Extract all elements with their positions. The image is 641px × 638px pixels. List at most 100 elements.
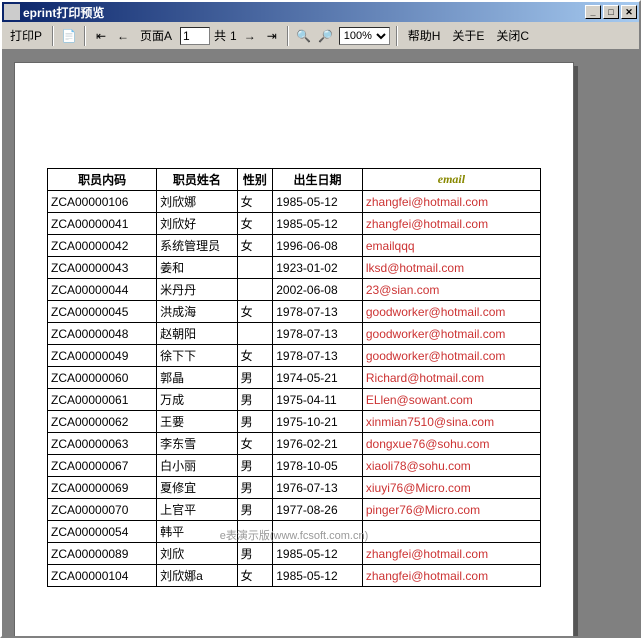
cell-email: Richard@hotmail.com bbox=[362, 367, 540, 389]
table-row: ZCA00000070上官平男1977-08-26pinger76@Micro.… bbox=[48, 499, 541, 521]
cell-id: ZCA00000048 bbox=[48, 323, 157, 345]
first-page-icon[interactable]: ⇤ bbox=[92, 27, 110, 45]
cell-id: ZCA00000070 bbox=[48, 499, 157, 521]
print-preview-window: eprint打印预览 _ □ ✕ 打印P 📄 ⇤ ← 页面A 共 1 → ⇥ 🔍… bbox=[0, 0, 641, 638]
header-id: 职员内码 bbox=[48, 169, 157, 191]
header-name: 职员姓名 bbox=[157, 169, 237, 191]
toolbar: 打印P 📄 ⇤ ← 页面A 共 1 → ⇥ 🔍 🔎 100% 帮助H 关于E 关… bbox=[2, 22, 639, 50]
cell-name: 米丹丹 bbox=[157, 279, 237, 301]
cell-name: 刘欣娜a bbox=[157, 565, 237, 587]
table-row: ZCA00000062王要男1975-10-21xinmian7510@sina… bbox=[48, 411, 541, 433]
next-page-icon[interactable]: → bbox=[241, 27, 259, 45]
cell-id: ZCA00000044 bbox=[48, 279, 157, 301]
cell-id: ZCA00000061 bbox=[48, 389, 157, 411]
cell-gender: 男 bbox=[237, 499, 273, 521]
cell-email: goodworker@hotmail.com bbox=[362, 323, 540, 345]
close-menu-button[interactable]: 关闭C bbox=[492, 25, 533, 46]
last-page-icon[interactable]: ⇥ bbox=[263, 27, 281, 45]
table-row: ZCA00000067白小丽男1978-10-05xiaoli78@sohu.c… bbox=[48, 455, 541, 477]
cell-email: ELlen@sowant.com bbox=[362, 389, 540, 411]
cell-gender bbox=[237, 279, 273, 301]
cell-name: 万成 bbox=[157, 389, 237, 411]
page-label: 页面A bbox=[136, 25, 176, 46]
separator bbox=[52, 26, 54, 46]
data-table: 职员内码 职员姓名 性别 出生日期 email ZCA00000106刘欣娜女1… bbox=[47, 168, 541, 587]
cell-email: lksd@hotmail.com bbox=[362, 257, 540, 279]
cell-gender: 女 bbox=[237, 213, 273, 235]
header-email: email bbox=[362, 169, 540, 191]
cell-id: ZCA00000054 bbox=[48, 521, 157, 543]
cell-id: ZCA00000041 bbox=[48, 213, 157, 235]
cell-email: xinmian7510@sina.com bbox=[362, 411, 540, 433]
cell-name: 郭晶 bbox=[157, 367, 237, 389]
export-icon[interactable]: 📄 bbox=[60, 27, 78, 45]
cell-name: 上官平 bbox=[157, 499, 237, 521]
prev-page-icon[interactable]: ← bbox=[114, 27, 132, 45]
cell-id: ZCA00000104 bbox=[48, 565, 157, 587]
table-row: ZCA00000044米丹丹2002-06-0823@sian.com bbox=[48, 279, 541, 301]
cell-birth: 1976-07-13 bbox=[273, 477, 363, 499]
table-row: ZCA00000041刘欣好女1985-05-12zhangfei@hotmai… bbox=[48, 213, 541, 235]
cell-id: ZCA00000069 bbox=[48, 477, 157, 499]
table-header-row: 职员内码 职员姓名 性别 出生日期 email bbox=[48, 169, 541, 191]
window-title: eprint打印预览 bbox=[23, 4, 585, 21]
table-row: ZCA00000049徐下下女1978-07-13goodworker@hotm… bbox=[48, 345, 541, 367]
cell-birth: 1978-07-13 bbox=[273, 301, 363, 323]
page-input[interactable] bbox=[180, 27, 210, 45]
cell-gender: 女 bbox=[237, 565, 273, 587]
cell-gender: 男 bbox=[237, 411, 273, 433]
zoom-out-icon[interactable]: 🔎 bbox=[317, 27, 335, 45]
cell-id: ZCA00000067 bbox=[48, 455, 157, 477]
cell-birth: 1985-05-12 bbox=[273, 565, 363, 587]
cell-name: 洪成海 bbox=[157, 301, 237, 323]
cell-id: ZCA00000089 bbox=[48, 543, 157, 565]
cell-birth: 1985-05-12 bbox=[273, 213, 363, 235]
cell-email bbox=[362, 521, 540, 543]
cell-name: 徐下下 bbox=[157, 345, 237, 367]
cell-email: zhangfei@hotmail.com bbox=[362, 565, 540, 587]
cell-name: 李东雪 bbox=[157, 433, 237, 455]
separator bbox=[287, 26, 289, 46]
cell-email: xiaoli78@sohu.com bbox=[362, 455, 540, 477]
cell-email: xiuyi76@Micro.com bbox=[362, 477, 540, 499]
zoom-select[interactable]: 100% bbox=[339, 27, 390, 45]
app-icon bbox=[4, 4, 20, 20]
cell-gender: 女 bbox=[237, 301, 273, 323]
cell-name: 王要 bbox=[157, 411, 237, 433]
cell-email: dongxue76@sohu.com bbox=[362, 433, 540, 455]
minimize-button[interactable]: _ bbox=[585, 5, 601, 19]
maximize-button[interactable]: □ bbox=[603, 5, 619, 19]
cell-name: 白小丽 bbox=[157, 455, 237, 477]
cell-id: ZCA00000106 bbox=[48, 191, 157, 213]
cell-gender bbox=[237, 257, 273, 279]
zoom-in-icon[interactable]: 🔍 bbox=[295, 27, 313, 45]
close-button[interactable]: ✕ bbox=[621, 5, 637, 19]
cell-birth: 1978-07-13 bbox=[273, 323, 363, 345]
preview-area[interactable]: 职员内码 职员姓名 性别 出生日期 email ZCA00000106刘欣娜女1… bbox=[2, 50, 639, 636]
cell-email: emailqqq bbox=[362, 235, 540, 257]
cell-gender: 男 bbox=[237, 455, 273, 477]
cell-birth: 1975-04-11 bbox=[273, 389, 363, 411]
help-button[interactable]: 帮助H bbox=[404, 25, 445, 46]
cell-gender: 男 bbox=[237, 367, 273, 389]
titlebar[interactable]: eprint打印预览 _ □ ✕ bbox=[2, 2, 639, 22]
print-button[interactable]: 打印P bbox=[6, 25, 46, 46]
cell-gender: 男 bbox=[237, 543, 273, 565]
cell-email: pinger76@Micro.com bbox=[362, 499, 540, 521]
cell-email: zhangfei@hotmail.com bbox=[362, 191, 540, 213]
watermark: e表演示版(www.fcsoft.com.cn) bbox=[220, 527, 369, 543]
cell-id: ZCA00000063 bbox=[48, 433, 157, 455]
cell-gender bbox=[237, 323, 273, 345]
table-row: ZCA00000063李东雪女1976-02-21dongxue76@sohu.… bbox=[48, 433, 541, 455]
about-button[interactable]: 关于E bbox=[448, 25, 488, 46]
cell-gender: 男 bbox=[237, 389, 273, 411]
table-row: ZCA00000048赵朝阳1978-07-13goodworker@hotma… bbox=[48, 323, 541, 345]
page-1: 职员内码 职员姓名 性别 出生日期 email ZCA00000106刘欣娜女1… bbox=[14, 62, 574, 636]
total-value: 1 bbox=[230, 29, 237, 43]
cell-gender: 男 bbox=[237, 477, 273, 499]
cell-birth: 1923-01-02 bbox=[273, 257, 363, 279]
cell-email: 23@sian.com bbox=[362, 279, 540, 301]
cell-name: 夏修宜 bbox=[157, 477, 237, 499]
cell-birth: 1985-05-12 bbox=[273, 543, 363, 565]
table-row: ZCA00000061万成男1975-04-11ELlen@sowant.com bbox=[48, 389, 541, 411]
